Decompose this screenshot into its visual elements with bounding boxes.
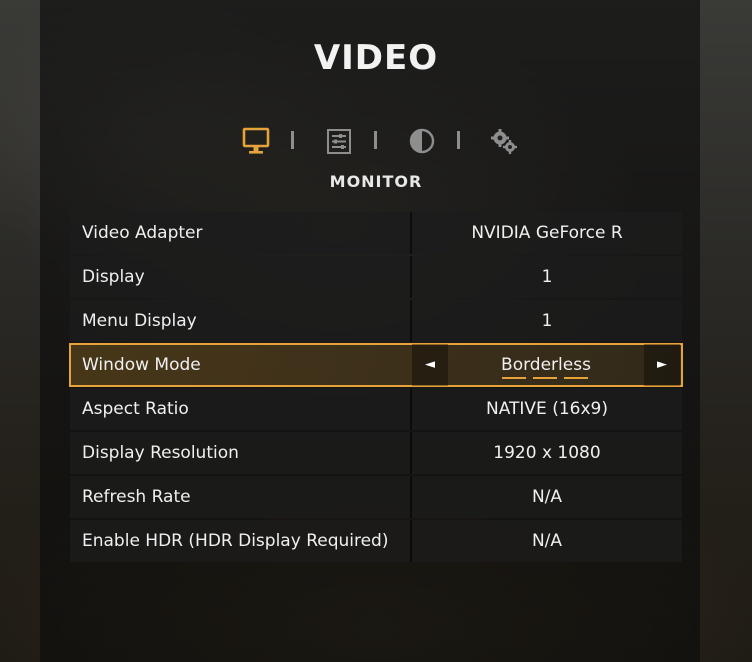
option-indicator xyxy=(533,377,557,379)
setting-label: Enable HDR (HDR Display Required) xyxy=(82,531,389,551)
section-subtitle: MONITOR xyxy=(329,172,423,191)
tab-separator xyxy=(457,131,460,149)
tab-monitor[interactable] xyxy=(241,126,271,156)
page-title: VIDEO xyxy=(313,38,439,78)
setting-value: Borderless xyxy=(501,355,591,375)
tab-separator xyxy=(374,131,377,149)
setting-row-display[interactable]: Display 1 xyxy=(70,256,682,298)
previous-option-button[interactable]: ◄ xyxy=(412,344,448,386)
setting-label: Window Mode xyxy=(82,355,201,375)
setting-row-display-resolution[interactable]: Display Resolution 1920 x 1080 xyxy=(70,432,682,474)
setting-value: 1920 x 1080 xyxy=(493,443,601,463)
setting-value: 1 xyxy=(541,311,553,331)
option-indicator xyxy=(502,377,526,379)
gears-icon xyxy=(491,129,517,154)
setting-row-window-mode[interactable]: Window Mode ◄ Borderless ► xyxy=(69,343,683,387)
setting-value: NVIDIA GeForce R xyxy=(471,223,623,243)
setting-value: N/A xyxy=(531,487,563,507)
setting-row-refresh-rate[interactable]: Refresh Rate N/A xyxy=(70,476,682,518)
setting-value: 1 xyxy=(541,267,553,287)
setting-label: Display xyxy=(82,267,145,287)
setting-value: N/A xyxy=(531,531,563,551)
settings-list: Video Adapter NVIDIA GeForce R Display 1… xyxy=(69,212,683,564)
setting-row-enable-hdr[interactable]: Enable HDR (HDR Display Required) N/A xyxy=(70,520,682,562)
setting-label: Refresh Rate xyxy=(82,487,191,507)
setting-row-aspect-ratio[interactable]: Aspect Ratio NATIVE (16x9) xyxy=(70,388,682,430)
sliders-icon xyxy=(327,129,351,154)
category-tabs xyxy=(0,126,752,156)
setting-value: NATIVE (16x9) xyxy=(486,399,608,419)
setting-label: Video Adapter xyxy=(82,223,203,243)
tab-advanced[interactable] xyxy=(489,126,519,156)
setting-label: Menu Display xyxy=(82,311,197,331)
setting-label: Aspect Ratio xyxy=(82,399,189,419)
next-option-button[interactable]: ► xyxy=(644,344,680,386)
contrast-icon xyxy=(409,128,435,154)
setting-row-video-adapter[interactable]: Video Adapter NVIDIA GeForce R xyxy=(70,212,682,254)
setting-row-menu-display[interactable]: Menu Display 1 xyxy=(70,300,682,342)
tab-separator xyxy=(291,131,294,149)
tab-sliders[interactable] xyxy=(324,126,354,156)
monitor-icon xyxy=(242,127,270,154)
option-indicator-active xyxy=(564,377,588,379)
tab-contrast[interactable] xyxy=(407,126,437,156)
setting-label: Display Resolution xyxy=(82,443,239,463)
